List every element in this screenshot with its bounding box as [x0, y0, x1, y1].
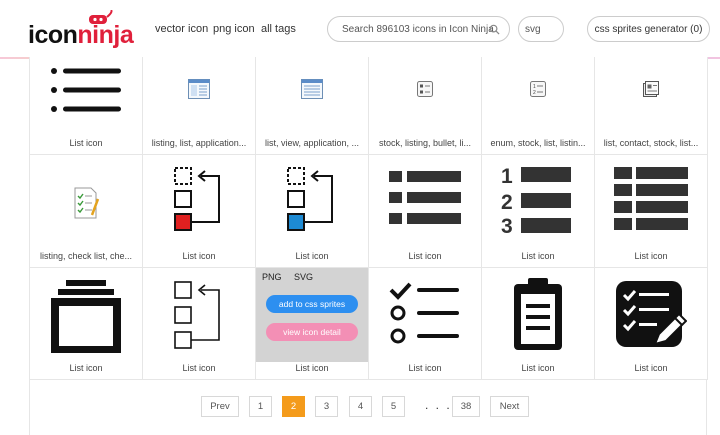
icon-tile[interactable]: List icon	[369, 268, 482, 380]
stock-listing-icon	[417, 81, 433, 97]
page-2-current[interactable]: 2	[282, 396, 305, 417]
edit-list-icon	[616, 281, 687, 347]
header: iconninja vector icon png icon all tags …	[0, 0, 720, 59]
icon-tile-label: List icon	[634, 251, 668, 261]
icon-tile[interactable]: stock, listing, bullet, li...	[369, 57, 482, 155]
icon-type-select[interactable]: svg	[518, 16, 564, 42]
css-sprites-generator-label: css sprites generator (0)	[594, 24, 703, 35]
next-button[interactable]: Next	[490, 396, 529, 417]
add-to-css-sprites-button[interactable]: add to css sprites	[266, 295, 358, 313]
numbered-list-icon: 1 2 3	[501, 165, 571, 235]
nav-png-icon[interactable]: png icon	[213, 23, 255, 35]
page-3[interactable]: 3	[315, 396, 338, 417]
icon-tile[interactable]: 1 2 enum, stock, list, listin...	[482, 57, 595, 155]
prev-button[interactable]: Prev	[201, 396, 239, 417]
icon-tile-label: listing, check list, che...	[39, 251, 133, 261]
svg-text:1: 1	[501, 165, 513, 188]
icon-tile-label: list, view, application, ...	[264, 138, 360, 148]
list-move-outline-icon	[174, 281, 220, 349]
tab-png[interactable]: PNG	[262, 272, 282, 282]
contact-stock-icon	[643, 81, 659, 97]
page-4[interactable]: 4	[349, 396, 372, 417]
icon-tile-label: List icon	[521, 251, 555, 261]
search-placeholder: Search 896103 icons in Icon Ninja	[342, 24, 494, 35]
icon-tile-label: List icon	[408, 251, 442, 261]
css-sprites-generator-button[interactable]: css sprites generator (0)	[587, 16, 710, 42]
icon-tile-label: List icon	[521, 363, 555, 373]
icon-tile[interactable]: List icon	[143, 268, 256, 380]
icon-tile-label: list, contact, stock, list...	[603, 138, 699, 148]
icon-tile-label: List icon	[295, 251, 329, 261]
todo-list-icon	[389, 282, 459, 344]
icon-tile[interactable]: List icon	[369, 155, 482, 268]
page-5[interactable]: 5	[382, 396, 405, 417]
hover-format-tabs: PNG SVG	[262, 272, 323, 282]
checklist-clipboard-icon	[74, 187, 100, 219]
tab-svg[interactable]: SVG	[294, 272, 313, 282]
list-move-blue-icon	[287, 167, 333, 231]
pagination-ellipsis: . . .	[425, 398, 452, 412]
icon-tile-label: List icon	[295, 363, 329, 373]
icon-tile[interactable]: List icon	[595, 268, 708, 380]
search-icon[interactable]	[489, 24, 500, 35]
nav-vector-icon[interactable]: vector icon	[155, 23, 208, 35]
page-38[interactable]: 38	[452, 396, 480, 417]
icon-tile-label: List icon	[182, 251, 216, 261]
icon-tile[interactable]: List icon	[30, 57, 143, 155]
view-icon-detail-button[interactable]: view icon detail	[266, 323, 358, 341]
list-view-window-icon	[301, 79, 323, 99]
icon-tile[interactable]: listing, check list, che...	[30, 155, 143, 268]
enum-stock-icon: 1 2	[530, 81, 546, 97]
list-bullet-icon	[51, 68, 121, 112]
list-move-red-icon	[174, 167, 220, 231]
icon-tile[interactable]: list, contact, stock, list...	[595, 57, 708, 155]
page-1[interactable]: 1	[249, 396, 272, 417]
icon-tile[interactable]: List icon	[143, 155, 256, 268]
icon-tile-label: enum, stock, list, listin...	[490, 138, 586, 148]
svg-text:2: 2	[533, 90, 536, 96]
listing-window-icon	[188, 79, 210, 99]
icon-tile-label: List icon	[634, 363, 668, 373]
hover-overlay	[256, 268, 368, 362]
icon-tile[interactable]: List icon	[595, 155, 708, 268]
icon-tile-label: stock, listing, bullet, li...	[378, 138, 472, 148]
icon-tile[interactable]: List icon	[30, 268, 143, 380]
svg-text:2: 2	[501, 191, 513, 214]
list-columns-icon	[614, 167, 688, 230]
icon-tile[interactable]: List icon	[256, 155, 369, 268]
icon-tile-hovered[interactable]: PNG SVG add to css sprites view icon det…	[256, 268, 369, 380]
clipboard-icon	[514, 278, 562, 350]
icon-grid: List icon listing, list, application... …	[29, 57, 708, 380]
svg-text:3: 3	[501, 215, 513, 235]
icon-tile[interactable]: listing, list, application...	[143, 57, 256, 155]
icon-tile[interactable]: list, view, application, ...	[256, 57, 369, 155]
search-input[interactable]: Search 896103 icons in Icon Ninja	[327, 16, 510, 42]
list-bars-icon	[389, 171, 461, 224]
site-logo[interactable]: iconninja	[28, 10, 134, 49]
icon-tile-label: List icon	[69, 363, 103, 373]
logo-text: iconninja	[28, 21, 134, 49]
icon-tile[interactable]: 1 2 3 List icon	[482, 155, 595, 268]
icon-tile-label: listing, list, application...	[151, 138, 247, 148]
icon-tile-label: List icon	[182, 363, 216, 373]
icon-tile[interactable]: List icon	[482, 268, 595, 380]
stack-icon	[51, 280, 121, 353]
nav-all-tags[interactable]: all tags	[261, 23, 296, 35]
icon-type-value: svg	[525, 24, 541, 35]
icon-tile-label: List icon	[408, 363, 442, 373]
icon-tile-label: List icon	[69, 138, 103, 148]
